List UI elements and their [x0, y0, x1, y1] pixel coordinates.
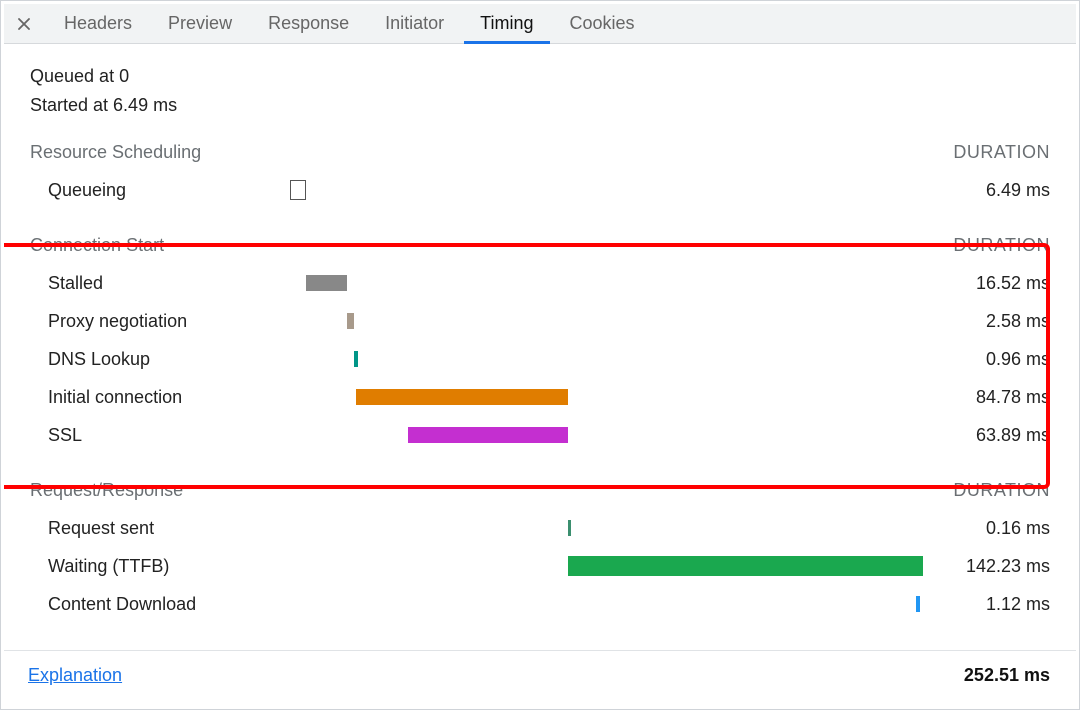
- footer: Explanation 252.51 ms: [4, 650, 1076, 706]
- row-value: 0.16 ms: [920, 518, 1050, 539]
- row-label: Initial connection: [30, 387, 290, 408]
- row-content-download: Content Download 1.12 ms: [30, 585, 1050, 623]
- tab-bar: Headers Preview Response Initiator Timin…: [4, 4, 1076, 44]
- started-at-text: Started at 6.49 ms: [30, 95, 1050, 116]
- row-label: Request sent: [30, 518, 290, 539]
- bar-queueing: [290, 180, 306, 200]
- row-value: 63.89 ms: [920, 425, 1050, 446]
- row-dns: DNS Lookup 0.96 ms: [30, 340, 1050, 378]
- row-label: SSL: [30, 425, 290, 446]
- duration-header: DURATION: [953, 235, 1050, 256]
- explanation-link[interactable]: Explanation: [28, 665, 122, 686]
- bar-dns: [354, 351, 358, 367]
- row-proxy: Proxy negotiation 2.58 ms: [30, 302, 1050, 340]
- row-ssl: SSL 63.89 ms: [30, 416, 1050, 454]
- row-label: Queueing: [30, 180, 290, 201]
- bar-track: [290, 171, 920, 209]
- row-value: 0.96 ms: [920, 349, 1050, 370]
- tab-initiator[interactable]: Initiator: [367, 4, 462, 43]
- queued-at-text: Queued at 0: [30, 66, 1050, 87]
- duration-header: DURATION: [953, 480, 1050, 501]
- row-value: 16.52 ms: [920, 273, 1050, 294]
- section-request-response: Request/Response DURATION Request sent 0…: [30, 480, 1050, 623]
- tab-cookies[interactable]: Cookies: [552, 4, 653, 43]
- row-initial-connection: Initial connection 84.78 ms: [30, 378, 1050, 416]
- section-title: Resource Scheduling: [30, 142, 201, 163]
- tab-preview[interactable]: Preview: [150, 4, 250, 43]
- row-queueing: Queueing 6.49 ms: [30, 171, 1050, 209]
- timing-panel: Headers Preview Response Initiator Timin…: [0, 0, 1080, 710]
- row-value: 84.78 ms: [920, 387, 1050, 408]
- row-request-sent: Request sent 0.16 ms: [30, 509, 1050, 547]
- row-waiting-ttfb: Waiting (TTFB) 142.23 ms: [30, 547, 1050, 585]
- tab-timing[interactable]: Timing: [462, 4, 551, 43]
- timing-content: Queued at 0 Started at 6.49 ms Resource …: [4, 44, 1076, 650]
- row-label: Waiting (TTFB): [30, 556, 290, 577]
- row-value: 2.58 ms: [920, 311, 1050, 332]
- row-label: Stalled: [30, 273, 290, 294]
- duration-header: DURATION: [953, 142, 1050, 163]
- section-resource-scheduling: Resource Scheduling DURATION Queueing 6.…: [30, 142, 1050, 209]
- row-value: 1.12 ms: [920, 594, 1050, 615]
- row-value: 142.23 ms: [920, 556, 1050, 577]
- row-stalled: Stalled 16.52 ms: [30, 264, 1050, 302]
- total-duration: 252.51 ms: [964, 665, 1050, 686]
- bar-content-download: [916, 596, 920, 612]
- section-title: Request/Response: [30, 480, 183, 501]
- row-label: Content Download: [30, 594, 290, 615]
- section-connection-start: Connection Start DURATION Stalled 16.52 …: [30, 235, 1050, 454]
- bar-stalled: [306, 275, 347, 291]
- close-icon[interactable]: [10, 18, 38, 30]
- row-value: 6.49 ms: [920, 180, 1050, 201]
- section-title: Connection Start: [30, 235, 164, 256]
- row-label: DNS Lookup: [30, 349, 290, 370]
- row-label: Proxy negotiation: [30, 311, 290, 332]
- bar-proxy: [347, 313, 353, 329]
- bar-ssl: [408, 427, 567, 443]
- bar-waiting: [568, 556, 923, 576]
- tab-response[interactable]: Response: [250, 4, 367, 43]
- tab-headers[interactable]: Headers: [46, 4, 150, 43]
- bar-request-sent: [568, 520, 571, 536]
- bar-initial-connection: [356, 389, 567, 405]
